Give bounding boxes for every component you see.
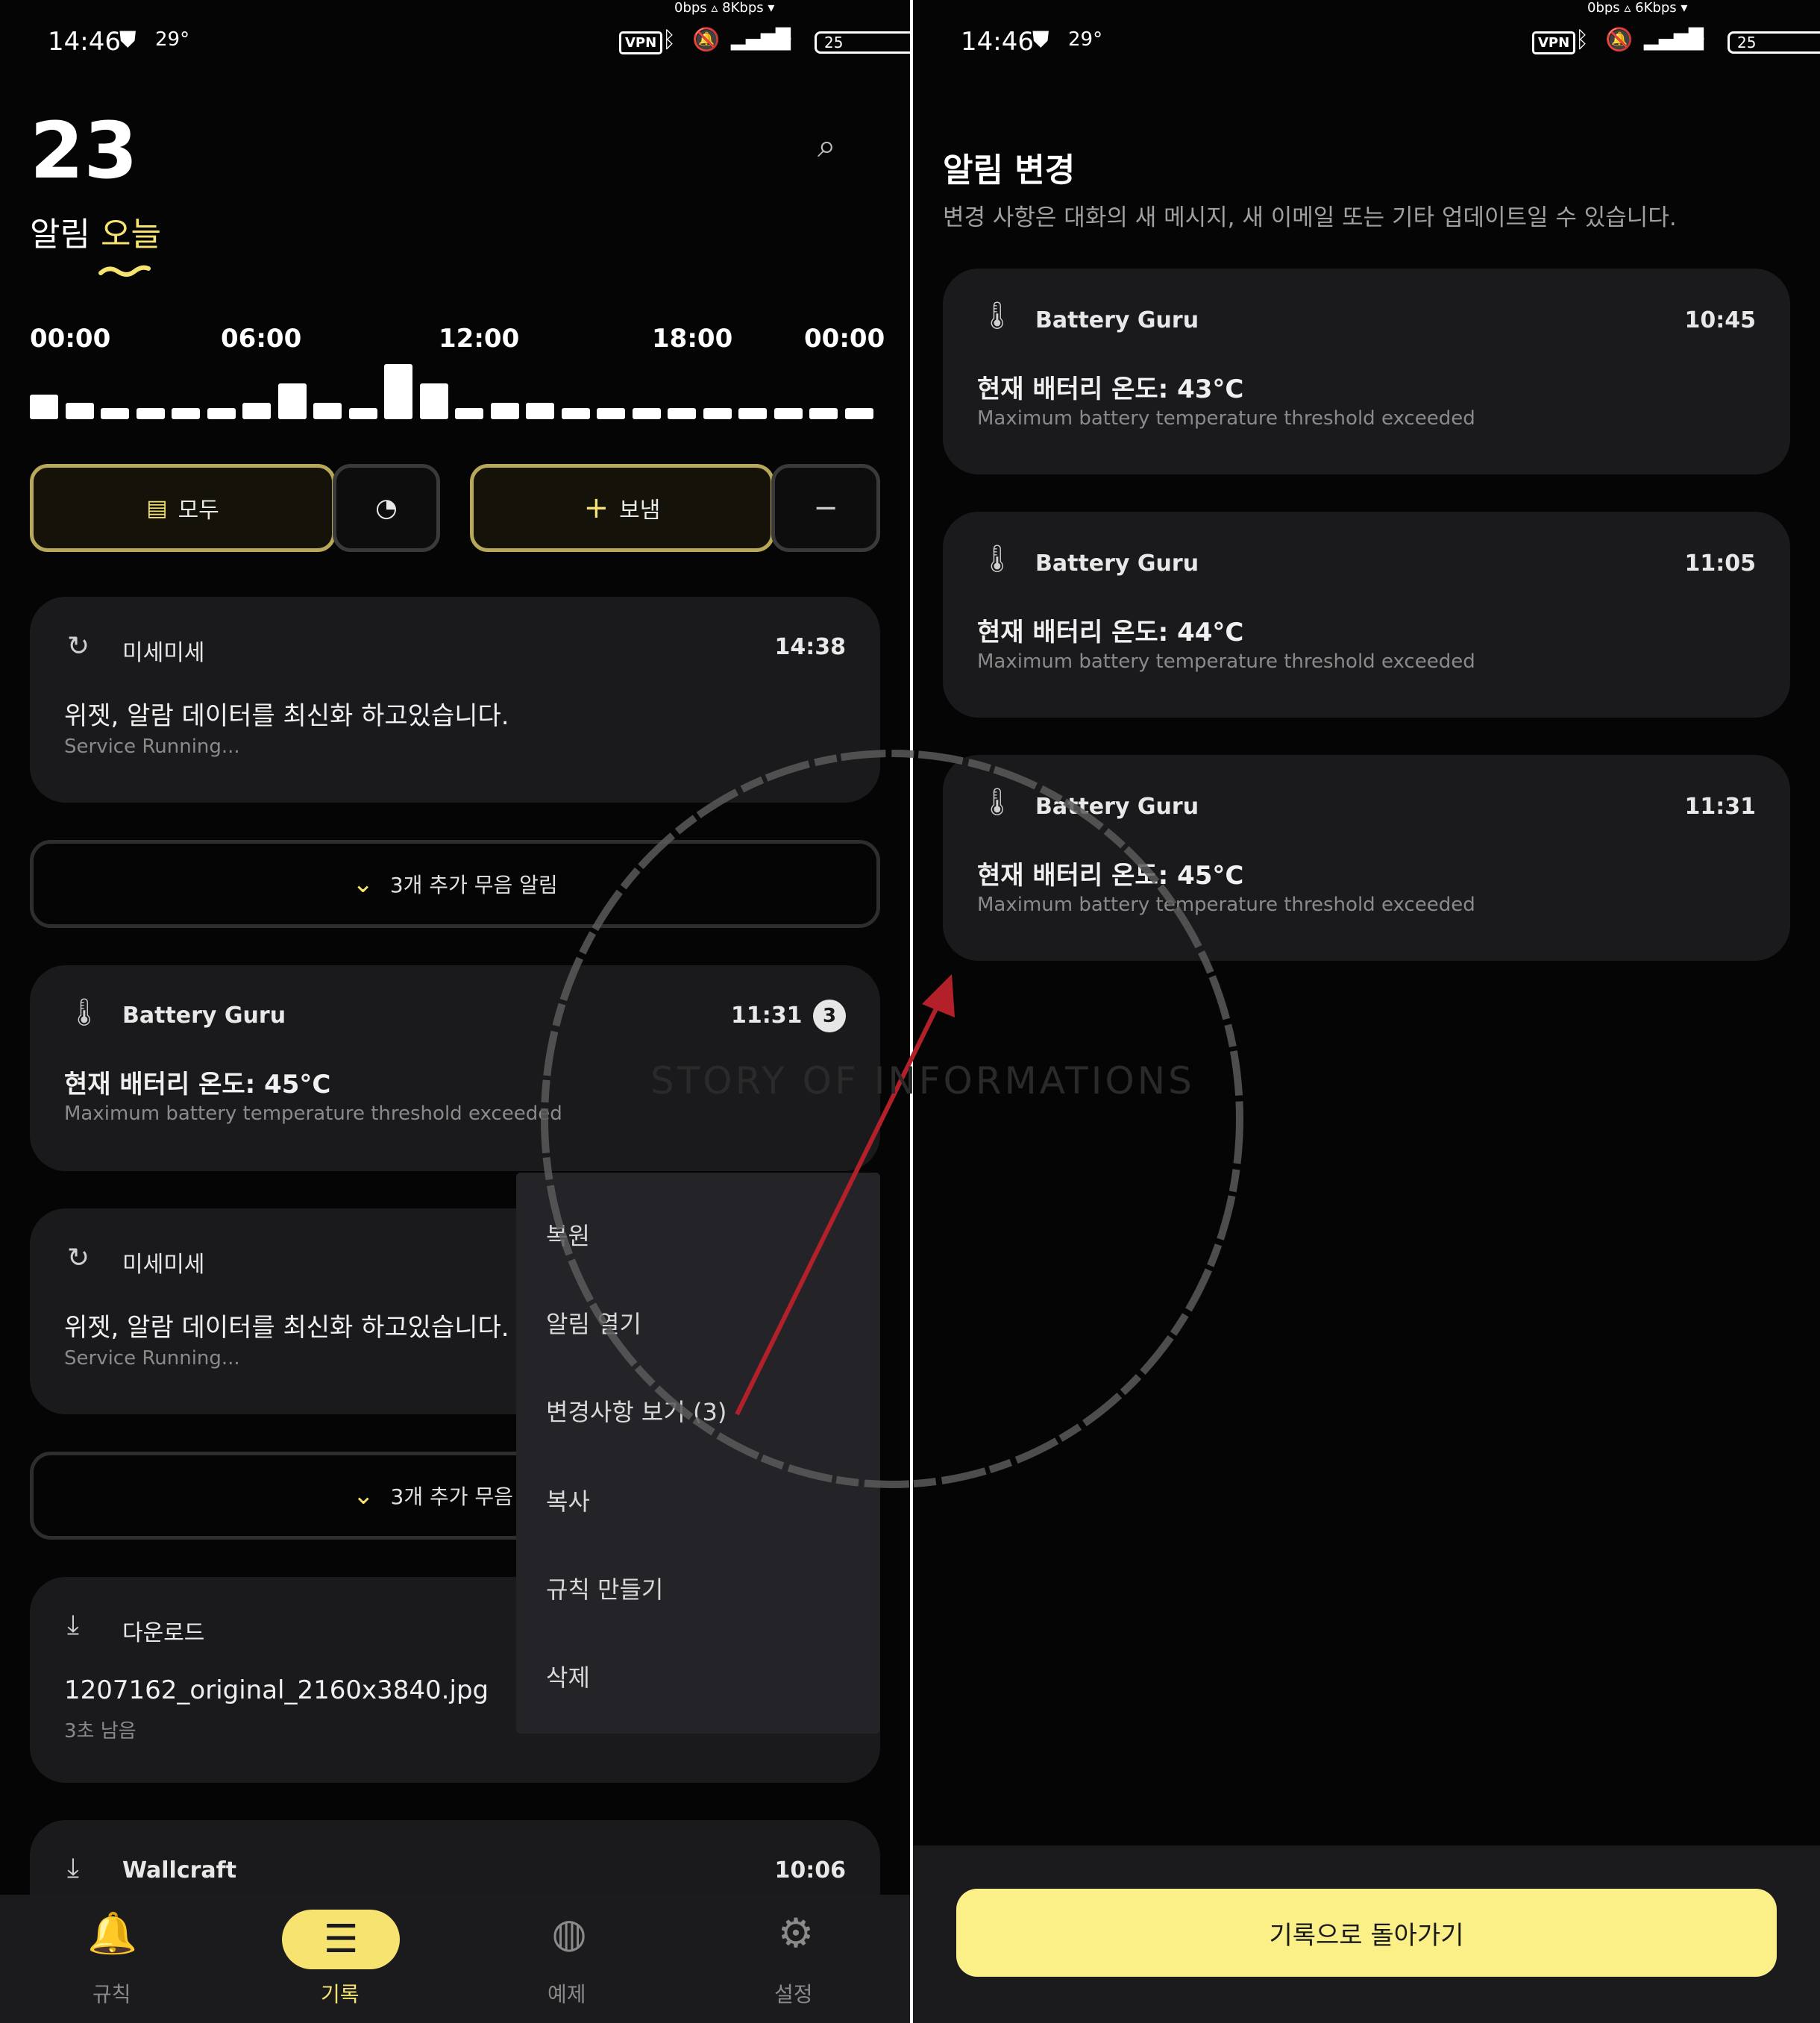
annotation-overlay [541,750,1243,1488]
watermark-text: STORY OF INFORMATIONS [650,1059,1195,1103]
watermark-circle [541,750,1243,1488]
highlight-arrowhead [922,974,955,1017]
